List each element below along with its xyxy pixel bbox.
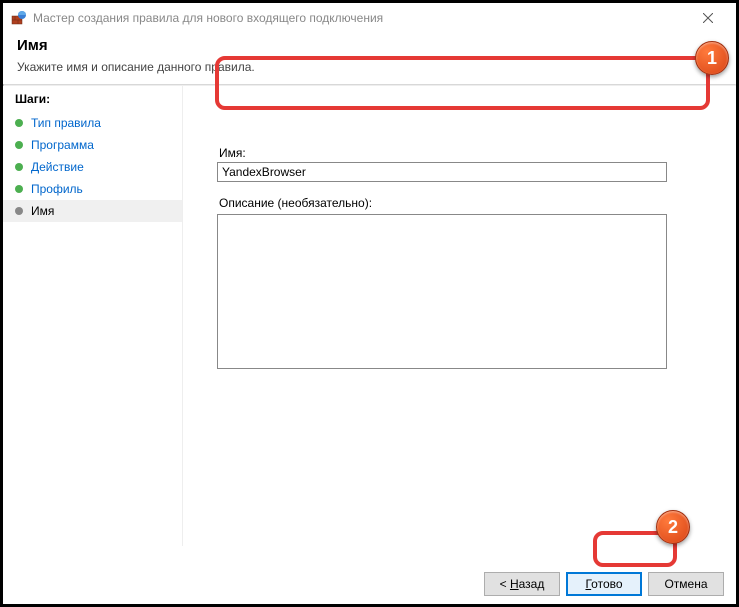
description-field-group: Описание (необязательно): [217,196,706,372]
step-program[interactable]: Программа [3,134,182,156]
step-label: Тип правила [31,116,101,130]
step-rule-type[interactable]: Тип правила [3,112,182,134]
button-bar: < Назад Готово Отмена [484,572,724,596]
step-label: Имя [31,204,54,218]
name-input[interactable] [217,162,667,182]
page-subtitle: Укажите имя и описание данного правила. [17,60,722,74]
titlebar: Мастер создания правила для нового входя… [3,3,736,33]
description-input[interactable] [217,214,667,369]
firewall-icon [11,10,27,26]
bullet-icon [15,185,23,193]
finish-button[interactable]: Готово [566,572,642,596]
annotation-badge-1: 1 [695,41,729,75]
step-profile[interactable]: Профиль [3,178,182,200]
name-field-group: Имя: [217,146,706,182]
close-button[interactable] [688,4,728,32]
step-label: Профиль [31,182,83,196]
steps-title: Шаги: [3,86,182,112]
page-title: Имя [17,37,722,54]
bullet-icon [15,163,23,171]
back-button[interactable]: < Назад [484,572,560,596]
annotation-badge-2: 2 [656,510,690,544]
description-label: Описание (необязательно): [217,196,706,210]
step-name[interactable]: Имя [3,200,182,222]
cancel-button[interactable]: Отмена [648,572,724,596]
step-label: Программа [31,138,94,152]
steps-sidebar: Шаги: Тип правила Программа Действие Про… [3,86,183,546]
bullet-icon [15,141,23,149]
bullet-icon [15,207,23,215]
page-header: Имя Укажите имя и описание данного прави… [3,33,736,84]
bullet-icon [15,119,23,127]
name-label: Имя: [217,146,706,160]
wizard-window: Мастер создания правила для нового входя… [0,0,739,607]
content-pane: Имя: Описание (необязательно): [183,86,736,546]
window-title: Мастер создания правила для нового входя… [33,11,383,25]
step-label: Действие [31,160,84,174]
step-action[interactable]: Действие [3,156,182,178]
close-icon [703,13,713,23]
body: Шаги: Тип правила Программа Действие Про… [3,86,736,546]
